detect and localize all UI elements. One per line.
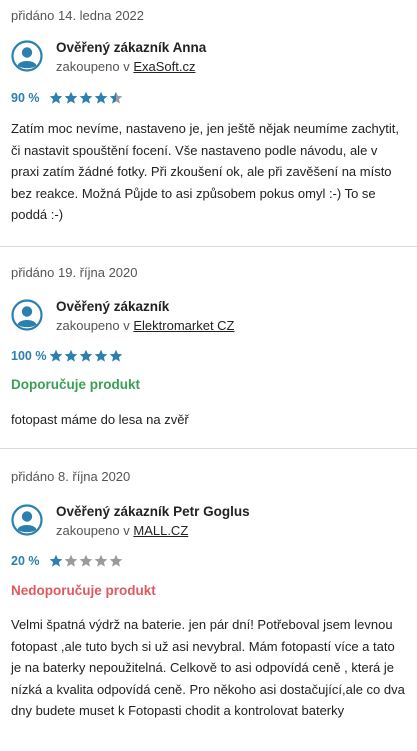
author-name: Ověřený zákazník Anna — [56, 40, 207, 55]
star-icon — [64, 349, 78, 362]
review: přidáno 14. ledna 2022 Ověřený zákazník … — [0, 0, 417, 246]
review-text: Velmi špatná výdrž na baterie. jen pár d… — [11, 617, 405, 718]
review-author: Ověřený zákazník Anna zakoupeno v ExaSof… — [11, 40, 206, 76]
user-avatar-icon — [11, 40, 43, 72]
star-icon — [49, 349, 63, 362]
user-avatar-icon — [11, 299, 43, 331]
star-icon — [109, 349, 123, 362]
recommendation-label: Nedoporučuje produkt — [11, 583, 156, 598]
review-author: Ověřený zákazník Petr Goglus zakoupeno v… — [11, 504, 250, 540]
review-date: přidáno 19. října 2020 — [11, 265, 138, 280]
star-icon — [79, 554, 93, 567]
recommendation-label: Doporučuje produkt — [11, 377, 140, 392]
star-rating — [49, 91, 123, 105]
shop-link[interactable]: MALL.CZ — [133, 523, 188, 538]
purchase-prefix: zakoupeno v — [56, 318, 130, 333]
star-icon — [79, 349, 93, 362]
star-icon — [109, 554, 123, 567]
star-icon — [79, 91, 93, 104]
review: přidáno 19. října 2020 Ověřený zákazník … — [0, 246, 417, 448]
shop-link[interactable]: ExaSoft.cz — [133, 59, 195, 74]
review-date: přidáno 14. ledna 2022 — [11, 8, 145, 23]
purchase-info: zakoupeno v MALL.CZ — [56, 521, 250, 540]
review-text: fotopast máme do lesa na zvěř — [11, 412, 189, 427]
rating-percent: 90 % — [11, 91, 40, 105]
star-icon — [49, 91, 63, 104]
rating-percent: 100 % — [11, 349, 47, 363]
star-rating — [49, 554, 123, 568]
shop-link[interactable]: Elektromarket CZ — [133, 318, 234, 333]
star-icon — [94, 554, 108, 567]
purchase-info: zakoupeno v Elektromarket CZ — [56, 316, 235, 335]
star-icon — [94, 91, 108, 104]
purchase-prefix: zakoupeno v — [56, 523, 130, 538]
star-icon — [94, 349, 108, 362]
rating: 90 % — [11, 91, 123, 105]
star-rating — [49, 349, 123, 363]
user-avatar-icon — [11, 504, 43, 536]
star-icon — [64, 554, 78, 567]
review-text: Zatím moc nevíme, nastaveno je, jen ješt… — [11, 121, 400, 222]
star-icon — [49, 554, 63, 567]
rating-percent: 20 % — [11, 554, 40, 568]
star-icon — [109, 91, 123, 104]
review: přidáno 8. října 2020 Ověřený zákazník P… — [0, 448, 417, 751]
review-author: Ověřený zákazník zakoupeno v Elektromark… — [11, 299, 235, 335]
purchase-prefix: zakoupeno v — [56, 59, 130, 74]
rating: 20 % — [11, 554, 123, 568]
purchase-info: zakoupeno v ExaSoft.cz — [56, 57, 206, 76]
review-date: přidáno 8. října 2020 — [11, 469, 131, 484]
author-name: Ověřený zákazník Petr Goglus — [56, 504, 250, 519]
rating: 100 % — [11, 349, 123, 363]
author-name: Ověřený zákazník — [56, 299, 170, 314]
star-icon — [64, 91, 78, 104]
